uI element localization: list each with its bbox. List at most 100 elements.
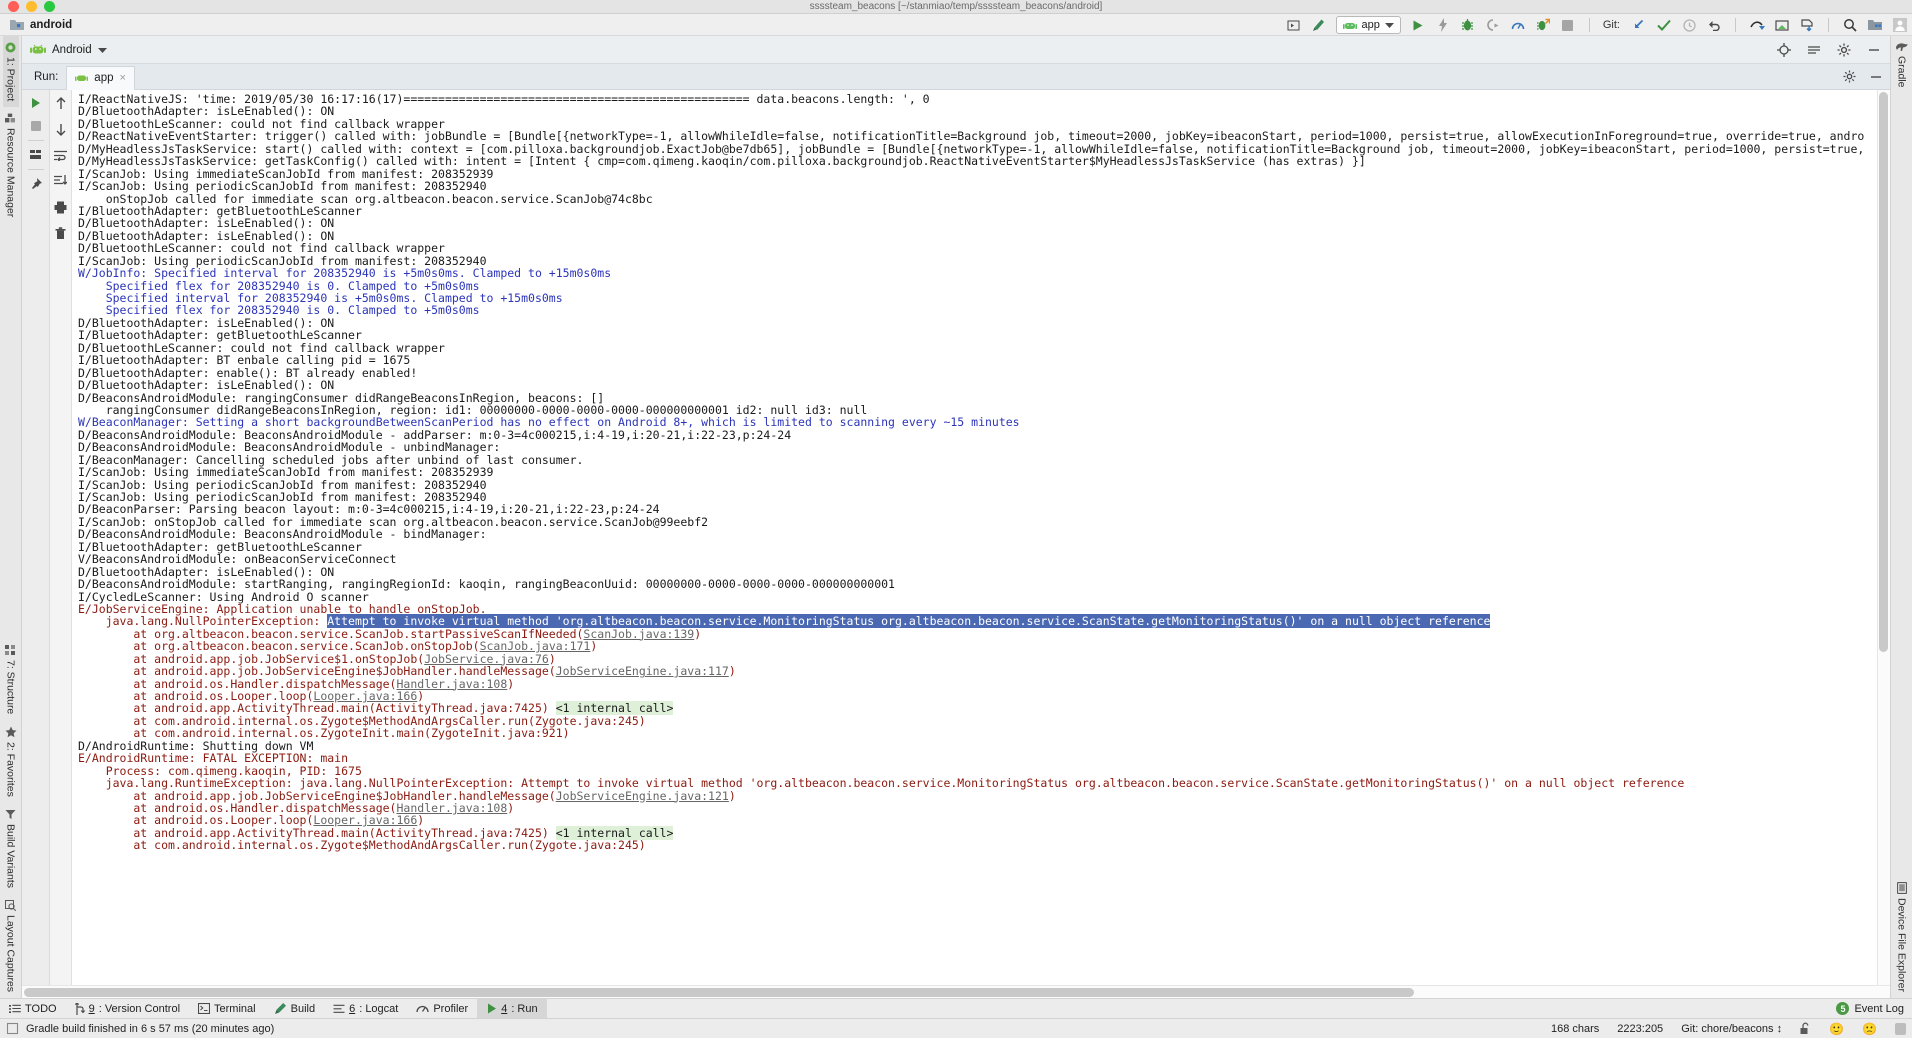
console-line: I/BluetoothAdapter: getBluetoothLeScanne… xyxy=(78,328,362,343)
sidebar-item-project[interactable]: 1: Project xyxy=(2,36,19,108)
close-icon[interactable]: × xyxy=(119,72,125,84)
tool-strip-logcat[interactable]: 6: Logcat xyxy=(324,999,407,1019)
run-header-actions xyxy=(1841,69,1884,85)
attach-debugger-icon[interactable] xyxy=(1485,17,1501,33)
console-vertical-thumb[interactable] xyxy=(1879,92,1888,652)
filter-icon[interactable] xyxy=(26,145,46,165)
print-icon[interactable] xyxy=(51,197,71,217)
project-name-breadcrumb[interactable]: android xyxy=(0,19,72,31)
chevron-updown-icon: ↕ xyxy=(1776,1022,1783,1035)
sidebar-item-device-file-explorer[interactable]: Device File Explorer xyxy=(1894,876,1910,998)
profiler-icon[interactable] xyxy=(1510,17,1526,33)
happy-face-icon[interactable]: 🙂 xyxy=(1829,1022,1844,1036)
collapse-all-icon[interactable] xyxy=(1806,42,1822,58)
traffic-lights[interactable] xyxy=(8,1,55,12)
chevron-down-icon[interactable] xyxy=(97,47,107,53)
search-everywhere-icon[interactable] xyxy=(1842,17,1858,33)
android-view-selector[interactable]: Android xyxy=(30,44,107,56)
sidebar-item-build-variants-label: Build Variants xyxy=(4,823,17,888)
project-structure-icon[interactable] xyxy=(1867,17,1883,33)
pin-icon[interactable] xyxy=(26,174,46,194)
commit-icon[interactable] xyxy=(1656,17,1672,33)
sad-face-icon[interactable]: 🙁 xyxy=(1862,1022,1877,1036)
console-horizontal-thumb[interactable] xyxy=(24,988,1414,997)
push-icon[interactable] xyxy=(1749,17,1765,33)
run-with-coverage-icon[interactable] xyxy=(1535,17,1551,33)
console-line: D/BluetoothAdapter: isLeEnabled(): ON xyxy=(78,378,335,393)
sidebar-item-gradle[interactable]: Gradle xyxy=(1893,36,1910,94)
todo-icon xyxy=(9,1004,21,1014)
event-log-button[interactable]: 5 Event Log xyxy=(1836,1002,1904,1015)
console-horizontal-scrollbar[interactable] xyxy=(22,985,1890,998)
zoom-window-icon[interactable] xyxy=(44,1,55,12)
window-path-title: ssssteam_beacons [~/stanmiao/temp/sssste… xyxy=(809,0,1103,12)
main-toolbar: android app Git: xyxy=(0,14,1912,36)
update-project-icon[interactable] xyxy=(1631,17,1647,33)
hide-tool-window-icon[interactable] xyxy=(1866,42,1882,58)
run-tab-app[interactable]: app × xyxy=(66,65,135,90)
console-line: D/AndroidRuntime: Shutting down VM xyxy=(78,738,314,753)
build-hammer-icon[interactable] xyxy=(1311,17,1327,33)
sidebar-item-build-variants[interactable]: Build Variants xyxy=(3,803,19,894)
caret-position[interactable]: 2223:205 xyxy=(1617,1023,1663,1035)
stack-trace-link[interactable]: JobServiceEngine.java:121 xyxy=(556,789,729,803)
android-view-label: Android xyxy=(52,43,92,56)
stop-icon xyxy=(26,116,46,136)
run-button[interactable] xyxy=(1410,17,1426,33)
revert-icon[interactable] xyxy=(1706,17,1722,33)
locate-icon[interactable] xyxy=(1776,42,1792,58)
console-line: java.lang.RuntimeException: java.lang.Nu… xyxy=(78,776,1685,791)
stack-trace-link[interactable]: ScanJob.java:139 xyxy=(583,627,694,641)
star-icon xyxy=(5,726,17,738)
stack-trace-link[interactable]: JobServiceEngine.java:117 xyxy=(556,664,729,678)
console-line: D/BluetoothAdapter: isLeEnabled(): ON xyxy=(78,216,335,231)
apply-changes-icon[interactable] xyxy=(1435,17,1451,33)
status-widget-icon[interactable] xyxy=(6,1022,19,1035)
tool-strip-build[interactable]: Build xyxy=(265,999,324,1019)
console-stack-line: + at android.app.ActivityThread.main(Act… xyxy=(78,701,1890,716)
tool-strip-version-control[interactable]: 9: Version Control xyxy=(66,999,189,1019)
device-file-explorer-icon xyxy=(1896,882,1907,895)
chevron-down-icon[interactable] xyxy=(1384,22,1394,28)
git-branch-widget[interactable]: Git: chore/beacons ↕ xyxy=(1681,1023,1782,1035)
structure-icon xyxy=(5,644,16,656)
settings-gear-icon[interactable] xyxy=(1836,42,1852,58)
memory-indicator-icon[interactable] xyxy=(1895,1022,1906,1035)
hide-tool-window-icon[interactable] xyxy=(1868,69,1884,85)
console-line: D/ReactNativeEventStarter: trigger() cal… xyxy=(78,129,1865,144)
sidebar-item-resource-manager[interactable]: Resource Manager xyxy=(3,107,19,223)
sidebar-item-structure[interactable]: 7: Structure xyxy=(3,639,19,720)
scroll-down-icon[interactable] xyxy=(51,119,71,139)
scroll-to-end-icon[interactable] xyxy=(51,171,71,191)
run-tool-window-header: Run: app × xyxy=(22,64,1890,90)
status-bar-right: 168 chars 2223:205 Git: chore/beacons ↕ … xyxy=(1551,1022,1906,1036)
tool-strip-todo[interactable]: TODO xyxy=(0,999,66,1019)
console-line: I/BluetoothAdapter: getBluetoothLeScanne… xyxy=(78,203,362,218)
soft-wrap-icon[interactable] xyxy=(51,145,71,165)
sidebar-item-layout-captures[interactable]: Layout Captures xyxy=(3,894,19,998)
pull-request-icon[interactable] xyxy=(1774,17,1790,33)
rerun-icon[interactable] xyxy=(26,93,46,113)
console-stack-line: at com.android.internal.os.ZygoteInit.ma… xyxy=(78,726,570,741)
minimize-window-icon[interactable] xyxy=(26,1,37,12)
run-tool-window: Run: app × I/ReactNativeJS: 'time: 2019/… xyxy=(22,64,1890,998)
console-vertical-scrollbar[interactable] xyxy=(1877,90,1890,985)
run-configuration-selector[interactable]: app xyxy=(1335,16,1401,34)
fetch-icon[interactable] xyxy=(1799,17,1815,33)
close-window-icon[interactable] xyxy=(8,1,19,12)
android-robot-icon xyxy=(30,44,46,55)
scroll-up-icon[interactable] xyxy=(51,93,71,113)
run-window-title: Run: xyxy=(34,70,59,83)
settings-gear-icon[interactable] xyxy=(1841,69,1857,85)
unlocked-padlock-icon[interactable] xyxy=(1800,1022,1811,1035)
debug-icon[interactable] xyxy=(1460,17,1476,33)
avatar[interactable] xyxy=(1892,17,1908,33)
tool-strip-run[interactable]: 4: Run xyxy=(477,998,547,1019)
clear-all-icon[interactable] xyxy=(51,223,71,243)
console-output[interactable]: I/ReactNativeJS: 'time: 2019/05/30 16:17… xyxy=(72,90,1890,985)
tool-strip-terminal[interactable]: Terminal xyxy=(189,999,265,1019)
sidebar-item-favorites[interactable]: 2: Favorites xyxy=(3,720,19,803)
tool-strip-profiler[interactable]: Profiler xyxy=(407,999,477,1019)
select-opened-file-icon[interactable] xyxy=(1286,17,1302,33)
android-header-actions xyxy=(1776,42,1882,58)
